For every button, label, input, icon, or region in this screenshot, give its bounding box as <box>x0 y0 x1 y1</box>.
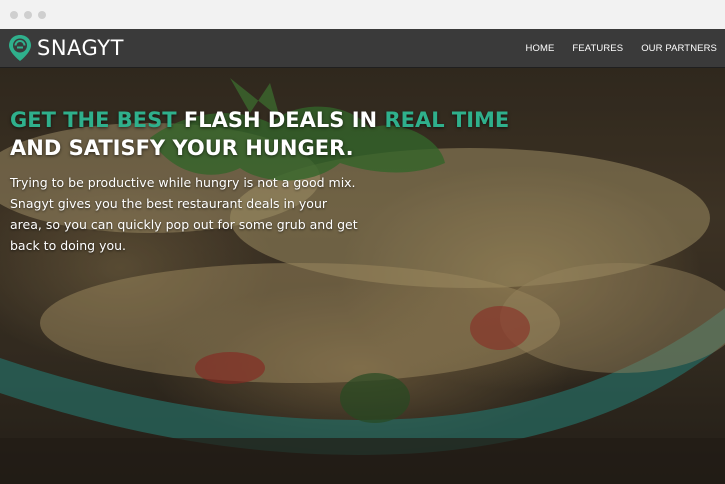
window-dot-icon[interactable] <box>24 11 32 19</box>
headline-accent-1: GET THE BEST <box>10 108 177 132</box>
nav-item-features[interactable]: FEATURES <box>572 43 623 54</box>
map-pin-icon <box>9 35 31 61</box>
hero-headline: GET THE BEST FLASH DEALS IN REAL TIME AN… <box>10 106 530 162</box>
nav-item-our-partners[interactable]: OUR PARTNERS <box>641 43 717 54</box>
browser-window: SNAGYT HOME FEATURES OUR PARTNERS GET TH… <box>0 0 725 484</box>
main-nav: HOME FEATURES OUR PARTNERS <box>508 29 718 67</box>
nav-item-home[interactable]: HOME <box>526 43 555 54</box>
brand-name: SNAGYT <box>37 36 124 60</box>
site-navbar: SNAGYT HOME FEATURES OUR PARTNERS <box>0 29 725 68</box>
hero-description: Trying to be productive while hungry is … <box>10 175 358 253</box>
brand-logo[interactable]: SNAGYT <box>8 32 124 64</box>
headline-text-1: FLASH DEALS IN <box>176 108 385 132</box>
window-dot-icon[interactable] <box>38 11 46 19</box>
headline-accent-2: REAL TIME <box>384 108 510 132</box>
window-dot-icon[interactable] <box>10 11 18 19</box>
browser-chrome <box>0 0 725 29</box>
headline-line-2: AND SATISFY YOUR HUNGER. <box>10 136 354 160</box>
